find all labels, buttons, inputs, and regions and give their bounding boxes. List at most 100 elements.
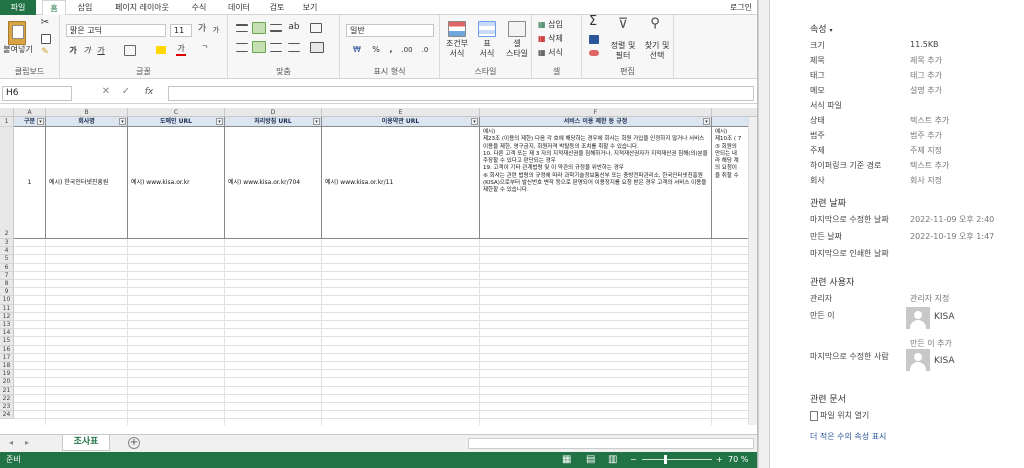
increase-decimal-icon[interactable]: .00 [400,45,414,55]
row-header[interactable]: 6 [0,263,14,272]
format-as-table-button[interactable]: 표 서식 [472,39,502,59]
filter-dropdown-icon[interactable]: ▾ [313,118,320,125]
row-header[interactable]: 24 [0,411,14,420]
underline-icon[interactable]: 가 [96,46,106,56]
row-header[interactable]: 21 [0,386,14,395]
column-header-a[interactable]: A [14,108,46,117]
modifier-name[interactable]: KISA [934,356,955,366]
properties-title[interactable]: 속성 ▾ [810,22,832,35]
cancel-icon[interactable]: ✕ [100,87,112,97]
row-header[interactable]: 11 [0,304,14,313]
orientation-icon[interactable]: ab [288,22,300,32]
prop-value-company[interactable]: 회사 지정 [910,175,942,186]
find-select-button[interactable]: 찾기 및 선택 [640,41,674,61]
tab-home[interactable]: 홈 [42,0,66,15]
prop-value-title[interactable]: 제목 추가 [910,55,942,66]
horizontal-scrollbar[interactable] [468,438,754,449]
align-left-icon[interactable] [236,43,248,52]
row-header[interactable]: 10 [0,296,14,305]
prop-value-subject[interactable]: 주제 지정 [910,145,942,156]
zoom-slider[interactable] [642,459,712,460]
header-cell-company[interactable]: 회사명 ▾ [46,117,128,127]
indent-icon[interactable] [288,43,300,52]
align-center-icon[interactable] [252,41,266,53]
header-cell-rules[interactable]: 서비스 이용 제한 등 규정 ▾ [480,117,712,127]
zoom-level[interactable]: 70 % [728,452,748,468]
vertical-scrollbar[interactable] [748,117,757,425]
zoom-out-icon[interactable]: − [630,452,637,468]
align-right-icon[interactable] [270,43,282,52]
merge-center-icon[interactable] [310,42,324,53]
row-header[interactable]: 13 [0,321,14,330]
cell-a2[interactable]: 1 [14,127,46,239]
clear-icon[interactable] [589,50,599,56]
fill-icon[interactable] [589,35,599,44]
row-header[interactable]: 23 [0,403,14,412]
cut-icon[interactable]: ✂ [38,18,52,28]
align-bottom-icon[interactable] [270,24,282,32]
header-cell-terms[interactable]: 이용약관 URL ▾ [322,117,480,127]
next-sheet-icon[interactable]: ▸ [22,438,32,448]
row-header[interactable]: 16 [0,345,14,354]
creator-add[interactable]: 만든 이 추가 [910,338,952,349]
column-header-g[interactable] [712,108,757,117]
row-header[interactable]: 9 [0,288,14,297]
row-header[interactable]: 4 [0,247,14,256]
filter-dropdown-icon[interactable]: ▾ [119,118,126,125]
decrease-decimal-icon[interactable]: .0 [418,45,432,55]
align-middle-icon[interactable] [252,22,266,34]
column-header-c[interactable]: C [128,108,225,117]
row-header[interactable]: 5 [0,255,14,264]
border-icon[interactable] [124,45,136,56]
tab-file[interactable]: 파일 [0,0,36,15]
align-top-icon[interactable] [236,24,248,32]
row-header[interactable]: 2 [0,127,14,239]
format-cells-button[interactable]: ▦ 서식 [538,48,578,58]
column-header-b[interactable]: B [46,108,128,117]
column-header-d[interactable]: D [225,108,322,117]
currency-icon[interactable]: ₩ [348,45,366,55]
tab-data[interactable]: 데이터 [222,0,256,15]
tab-formulas[interactable]: 수식 [186,0,212,15]
row-header[interactable]: 1 [0,117,14,127]
wrap-text-icon[interactable] [310,23,322,33]
filter-dropdown-icon[interactable]: ▾ [703,118,710,125]
select-all-corner[interactable] [0,108,14,117]
row-header[interactable]: 7 [0,271,14,280]
cell-f2[interactable]: 예시) 제23조 (이용의 제한) 다음 각 호에 해당하는 경우에 회사는 회… [480,127,712,239]
zoom-in-icon[interactable]: + [716,452,723,468]
tab-view[interactable]: 보기 [298,0,322,15]
italic-icon[interactable]: 가 [82,46,92,56]
creator-name[interactable]: KISA [934,312,955,322]
header-cell-category[interactable]: 구분 ▾ [14,117,46,127]
insert-cells-button[interactable]: ▦ 삽입 [538,20,578,30]
filter-dropdown-icon[interactable]: ▾ [471,118,478,125]
bold-icon[interactable]: 가 [68,46,78,56]
row-header[interactable]: 14 [0,329,14,338]
cell-e2[interactable]: 예시) www.kisa.or.kr/11 [322,127,480,239]
filter-dropdown-icon[interactable]: ▾ [37,118,44,125]
phonetic-icon[interactable]: ᄀ [198,44,212,54]
cell-c2[interactable]: 예시) www.kisa.or.kr [128,127,225,239]
prop-value-hyperlink-base[interactable]: 텍스트 추가 [910,160,949,171]
row-header[interactable]: 20 [0,378,14,387]
prop-value-status[interactable]: 텍스트 추가 [910,115,949,126]
row-header[interactable]: 15 [0,337,14,346]
row-header[interactable]: 18 [0,362,14,371]
row-header[interactable]: 12 [0,312,14,321]
sheet-tab-survey[interactable]: 조사표 [62,435,110,451]
conditional-format-button[interactable]: 조건부 서식 [440,39,474,59]
comma-icon[interactable]: , [386,45,396,55]
normal-view-icon[interactable]: ▦ [562,452,571,468]
open-file-location[interactable]: 파일 위치 열기 [810,410,869,421]
font-color-icon[interactable]: 가 [176,44,186,56]
font-shrink-icon[interactable]: 가 [210,25,222,35]
font-grow-icon[interactable]: 가 [196,24,208,34]
prop-value-comments[interactable]: 설명 추가 [910,85,942,96]
cell-d2[interactable]: 예시) www.kisa.or.kr/704 [225,127,322,239]
add-sheet-icon[interactable]: + [128,437,140,449]
header-cell-domain[interactable]: 도메인 URL ▾ [128,117,225,127]
copy-icon[interactable] [41,34,51,44]
font-size-select[interactable]: 11 [170,24,192,37]
font-name-select[interactable]: 맑은 고딕 [66,24,166,37]
